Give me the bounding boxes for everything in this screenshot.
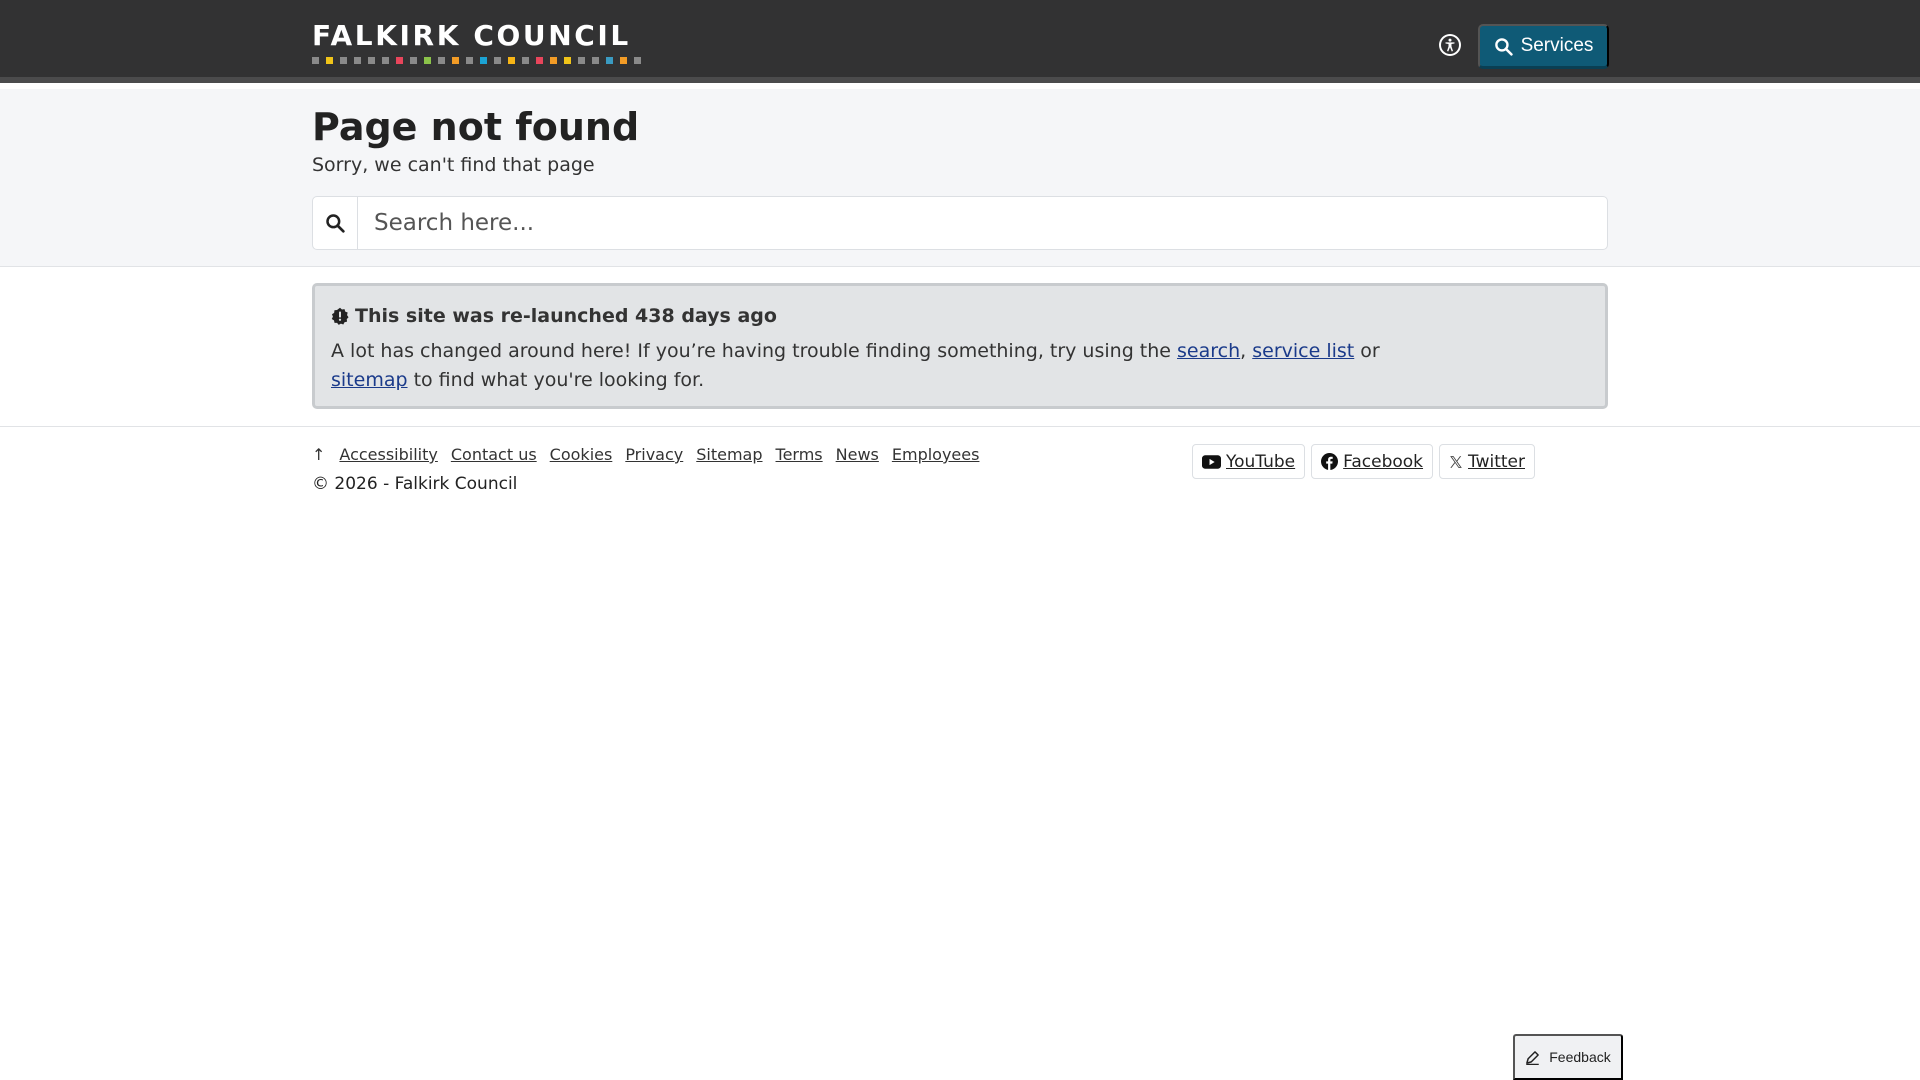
feedback-label: Feedback	[1549, 1049, 1611, 1065]
falkirk-council-logo[interactable]: FALKIRK COUNCIL	[312, 20, 641, 64]
logo-dot	[494, 57, 501, 64]
logo-dot	[522, 57, 529, 64]
search-icon	[1494, 37, 1513, 56]
search-input[interactable]	[358, 197, 1607, 249]
facebook-button[interactable]: Facebook	[1311, 444, 1434, 479]
copyright: © 2026 - Falkirk Council	[312, 474, 518, 494]
accessibility-icon	[1441, 36, 1459, 54]
feedback-button[interactable]: Feedback	[1513, 1034, 1623, 1080]
logo-dot	[466, 57, 473, 64]
youtube-icon	[1202, 454, 1221, 469]
youtube-button[interactable]: YouTube	[1192, 444, 1306, 479]
search-submit-button[interactable]	[313, 197, 358, 249]
logo-dot	[536, 57, 543, 64]
footer-link-news[interactable]: News	[836, 445, 879, 464]
social-links: YouTube Facebook Twitter	[1192, 444, 1536, 479]
logo-dot	[508, 57, 515, 64]
facebook-icon	[1321, 453, 1339, 470]
logo-dot	[606, 57, 613, 64]
search-icon	[326, 214, 345, 233]
notice-sep-comma: ,	[1240, 340, 1253, 362]
footer-link-sitemap[interactable]: Sitemap	[696, 445, 762, 464]
logo-dot	[382, 57, 389, 64]
notice-body-prefix: A lot has changed around here! If you’re…	[331, 340, 1178, 362]
notice-body: A lot has changed around here! If you’re…	[331, 337, 1451, 395]
notice-title: This site was re-launched 438 days ago	[331, 305, 777, 327]
notice-title-text: This site was re-launched 438 days ago	[355, 305, 777, 327]
footer-link-contact-us[interactable]: Contact us	[451, 445, 537, 464]
page-title: Page not found	[312, 105, 640, 149]
facebook-label: Facebook	[1343, 451, 1424, 472]
logo-dot	[354, 57, 361, 64]
site-footer	[0, 426, 1920, 516]
search-link[interactable]: search	[1177, 340, 1240, 362]
logo-dot	[564, 57, 571, 64]
x-twitter-icon	[1450, 455, 1462, 468]
accessibility-button[interactable]	[1439, 34, 1461, 56]
footer-link-employees[interactable]: Employees	[892, 445, 980, 464]
footer-nav: ↑ Accessibility Contact us Cookies Priva…	[312, 445, 992, 464]
logo-dot	[634, 57, 641, 64]
logo-dot	[368, 57, 375, 64]
footer-link-accessibility[interactable]: Accessibility	[339, 445, 437, 464]
notice-body-suffix: to find what you're looking for.	[407, 369, 705, 391]
back-to-top-arrow-icon[interactable]: ↑	[312, 445, 325, 464]
sitemap-link[interactable]: sitemap	[331, 369, 408, 391]
twitter-label: Twitter	[1468, 451, 1526, 472]
logo-dot	[410, 57, 417, 64]
search-box	[312, 196, 1608, 250]
logo-dot	[424, 57, 431, 64]
logo-colour-dots	[312, 57, 641, 64]
notice-sep-or: or	[1354, 340, 1380, 362]
relaunch-notice: This site was re-launched 438 days ago A…	[312, 283, 1608, 409]
service-list-link[interactable]: service list	[1252, 340, 1354, 362]
logo-dot	[480, 57, 487, 64]
logo-dot	[578, 57, 585, 64]
logo-dot	[550, 57, 557, 64]
logo-dot	[326, 57, 333, 64]
footer-link-privacy[interactable]: Privacy	[625, 445, 683, 464]
site-header: FALKIRK COUNCIL Services	[0, 0, 1920, 83]
logo-dot	[396, 57, 403, 64]
logo-text: FALKIRK COUNCIL	[312, 19, 631, 52]
logo-dot	[340, 57, 347, 64]
logo-dot	[438, 57, 445, 64]
youtube-label: YouTube	[1226, 451, 1296, 472]
services-label: Services	[1520, 35, 1594, 56]
twitter-button[interactable]: Twitter	[1439, 444, 1536, 479]
services-button[interactable]: Services	[1478, 24, 1609, 69]
alert-badge-icon	[331, 307, 349, 325]
page-subtitle: Sorry, we can't find that page	[312, 154, 595, 176]
logo-dot	[620, 57, 627, 64]
logo-dot	[312, 57, 319, 64]
logo-dot	[452, 57, 459, 64]
footer-link-terms[interactable]: Terms	[776, 445, 823, 464]
pencil-icon	[1526, 1050, 1540, 1065]
logo-dot	[592, 57, 599, 64]
footer-link-cookies[interactable]: Cookies	[550, 445, 613, 464]
